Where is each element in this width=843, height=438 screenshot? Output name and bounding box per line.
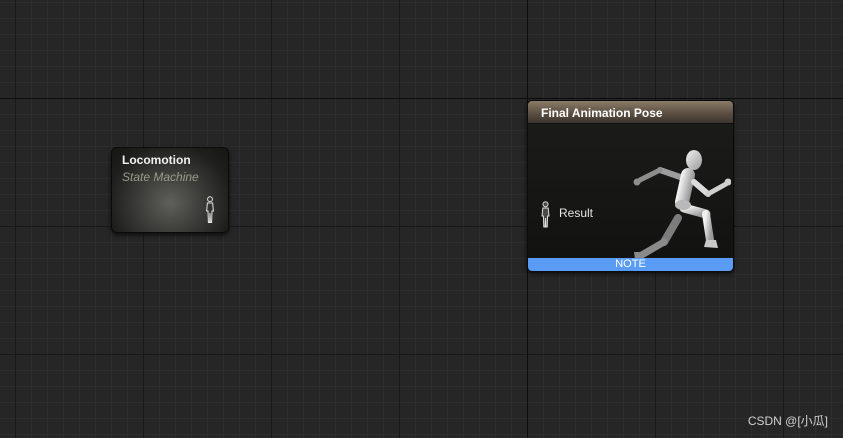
node-subtitle: State Machine [122,170,199,184]
running-mannequin-icon [633,150,731,266]
watermark: CSDN @[小瓜] [747,414,828,428]
note-bar[interactable]: NOTE [528,258,733,271]
node-title: Locomotion [122,153,191,167]
character-pose-icon[interactable] [204,196,216,224]
locomotion-state-machine-node[interactable]: Locomotion State Machine [111,147,229,233]
graph-origin-horizontal-line [0,98,843,99]
final-animation-pose-node[interactable]: Final Animation Pose Result NOTE [527,100,734,272]
node-body: Result [528,124,733,266]
character-pose-icon[interactable] [540,201,551,228]
result-pin-label: Result [559,206,594,220]
node-title: Final Animation Pose [541,106,663,120]
